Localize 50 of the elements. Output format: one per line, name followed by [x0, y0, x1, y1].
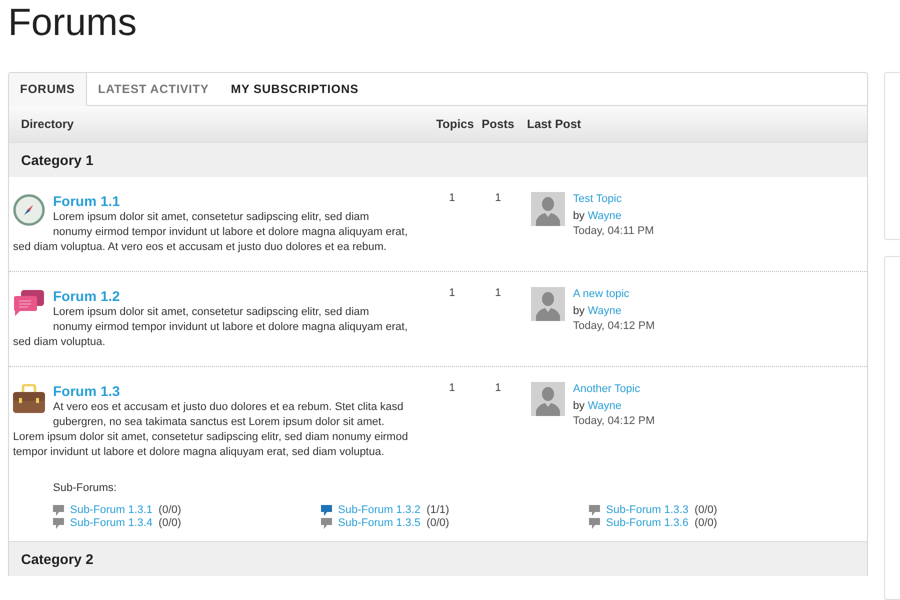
tab[interactable]: FORUMS [9, 73, 87, 106]
topic-count: 1 [448, 287, 456, 299]
subforum-counts: (0/0) [426, 517, 450, 529]
subforum-counts: (1/1) [426, 504, 450, 516]
chat-icon [13, 289, 45, 317]
last-post-title-link[interactable]: Test Topic [573, 192, 654, 207]
compass-icon [13, 194, 45, 226]
column-header: Topics [435, 117, 475, 131]
category-title[interactable]: Category 1 [21, 152, 94, 168]
briefcase-icon [13, 384, 45, 414]
last-post-title-link[interactable]: Another Topic [573, 382, 655, 397]
subforum-counts: (0/0) [694, 504, 718, 516]
subforum-link[interactable]: Sub-Forum 1.3.6 [606, 517, 689, 529]
author-link[interactable]: Wayne [588, 210, 622, 222]
subforum-counts: (0/0) [158, 504, 182, 516]
post-count: 1 [494, 287, 502, 299]
post-time: Today, 04:12 PM [573, 414, 655, 429]
post-time: Today, 04:11 PM [573, 224, 654, 239]
subforum-counts: (0/0) [158, 517, 182, 529]
forum-description: Lorem ipsum dolor sit amet, consetetur sadipscing elitr, sed diam nonumy eirmod tempor invidunt ut labore et dolore magna aliquyam erat, sed diam voluptua. At vero eos et accusam et justo duo dolores et ea rebum. [13, 211, 408, 253]
subforum-link[interactable]: Sub-Forum 1.3.2 [338, 504, 421, 516]
forum-description: At vero eos et accusam et justo duo dolores et ea rebum. Stet clita kasd gubergren, no sea takimata sanctus est Lorem ipsum dolor sit amet. Lorem ipsum dolor sit amet, consetetur sadipscing elitr, sed diam nonumy eirmod tempor invidunt ut labore et dolore magna aliquyam erat, sed diam voluptua. [13, 401, 408, 458]
forum-title-link[interactable]: Forum 1.1 [13, 192, 409, 210]
author-link[interactable]: Wayne [588, 305, 622, 317]
topic-count: 1 [448, 382, 456, 394]
post-count: 1 [494, 192, 502, 204]
tab[interactable]: MY SUBSCRIPTIONS [220, 73, 370, 105]
subforum-counts: (0/0) [694, 517, 718, 529]
byline: by [573, 305, 585, 317]
byline: by [573, 400, 585, 412]
last-post-title-link[interactable]: A new topic [573, 287, 655, 302]
tab[interactable]: LATEST ACTIVITY [87, 73, 220, 105]
forum-description: Lorem ipsum dolor sit amet, consetetur sadipscing elitr, sed diam nonumy eirmod tempor invidunt ut labore et dolore magna aliquyam erat, sed diam voluptua. [13, 306, 408, 348]
subforum-link[interactable]: Sub-Forum 1.3.3 [606, 504, 689, 516]
column-header: Directory [20, 117, 75, 131]
subforum-link[interactable]: Sub-Forum 1.3.5 [338, 517, 421, 529]
subforum-link[interactable]: Sub-Forum 1.3.1 [70, 504, 153, 516]
byline: by [573, 210, 585, 222]
post-time: Today, 04:12 PM [573, 319, 655, 334]
column-header: Posts [480, 117, 516, 131]
forum-title-link[interactable]: Forum 1.2 [13, 287, 409, 305]
post-count: 1 [494, 382, 502, 394]
forum-title-link[interactable]: Forum 1.3 [13, 382, 409, 400]
page-title: Forums [8, 1, 138, 46]
subforum-link[interactable]: Sub-Forum 1.3.4 [70, 517, 153, 529]
subforums-label: Sub-Forums: [53, 482, 118, 494]
topic-count: 1 [448, 192, 456, 204]
column-header: Last Post [527, 117, 582, 131]
category-title[interactable]: Category 2 [21, 551, 94, 567]
author-link[interactable]: Wayne [588, 400, 622, 412]
